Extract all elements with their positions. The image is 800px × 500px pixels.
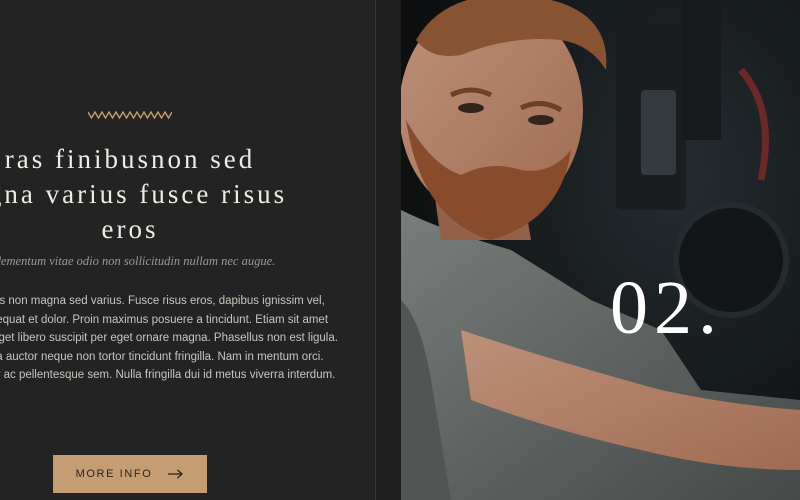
- zigzag-ornament-icon: [88, 110, 172, 120]
- slide-body-text: inibus non magna sed varius. Fusce risus…: [0, 295, 338, 382]
- more-info-button[interactable]: MORE INFO: [53, 455, 207, 493]
- hero-photo: [401, 0, 800, 500]
- panel-edge-strip: [376, 0, 401, 500]
- text-panel: ras finibusnon sed agna varius fusce ris…: [0, 0, 375, 500]
- arrow-right-icon: [168, 469, 184, 479]
- slide-number: 02.: [610, 266, 723, 350]
- more-info-label: MORE INFO: [75, 468, 153, 480]
- slide-subtitle: dementum vitae odio non sollicitudin nul…: [0, 254, 276, 268]
- slide-heading: ras finibusnon sed agna varius fusce ris…: [0, 144, 288, 244]
